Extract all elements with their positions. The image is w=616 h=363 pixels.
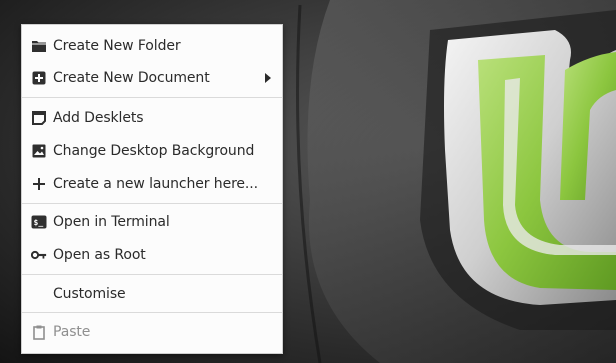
desklet-icon	[31, 110, 47, 126]
svg-text:$_: $_	[34, 218, 44, 227]
menu-item-open-in-terminal[interactable]: $_ Open in Terminal	[22, 207, 282, 237]
menu-separator	[22, 203, 282, 204]
clipboard-icon	[31, 324, 47, 340]
desktop-background[interactable]: Create New Folder Create New Document Ad…	[0, 0, 616, 363]
menu-item-create-new-folder[interactable]: Create New Folder	[22, 31, 282, 61]
image-icon	[31, 143, 47, 159]
document-new-icon	[31, 70, 47, 86]
menu-separator	[22, 274, 282, 275]
menu-item-create-new-document[interactable]: Create New Document	[22, 63, 282, 93]
submenu-arrow-icon	[265, 73, 271, 83]
key-icon	[31, 247, 47, 263]
menu-separator	[22, 97, 282, 98]
menu-item-label: Create New Folder	[53, 38, 181, 54]
menu-item-label: Change Desktop Background	[53, 143, 255, 159]
menu-item-label: Create New Document	[53, 70, 210, 86]
menu-item-open-as-root[interactable]: Open as Root	[22, 240, 282, 270]
menu-item-label: Create a new launcher here...	[53, 176, 258, 192]
terminal-icon: $_	[31, 214, 47, 230]
menu-separator	[22, 312, 282, 313]
menu-item-add-desklets[interactable]: Add Desklets	[22, 103, 282, 133]
menu-item-label: Customise	[53, 286, 126, 302]
plus-icon	[31, 176, 47, 192]
desktop-context-menu: Create New Folder Create New Document Ad…	[21, 24, 283, 354]
menu-item-customise[interactable]: Customise	[22, 279, 282, 309]
menu-item-label: Add Desklets	[53, 110, 144, 126]
menu-item-label: Open in Terminal	[53, 214, 170, 230]
menu-item-change-desktop-background[interactable]: Change Desktop Background	[22, 136, 282, 166]
folder-new-icon	[31, 38, 47, 54]
menu-item-create-launcher[interactable]: Create a new launcher here...	[22, 169, 282, 199]
menu-item-label: Paste	[53, 324, 91, 340]
menu-item-paste[interactable]: Paste	[22, 317, 282, 347]
menu-item-label: Open as Root	[53, 247, 146, 263]
